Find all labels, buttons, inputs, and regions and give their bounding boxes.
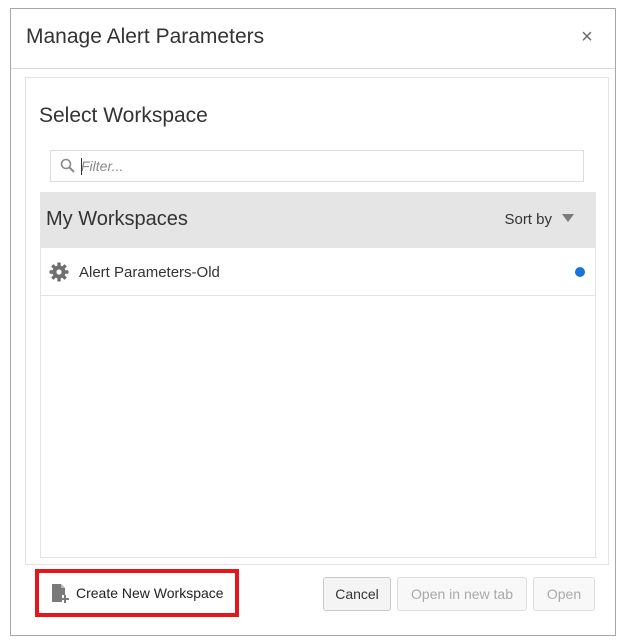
chevron-down-icon (562, 214, 574, 222)
sort-by-label: Sort by (504, 211, 552, 228)
open-button[interactable]: Open (533, 577, 595, 611)
status-dot (575, 267, 585, 277)
sort-by-menu[interactable]: Sort by (504, 211, 574, 228)
select-workspace-panel: Select Workspace My Workspaces Sort by (25, 77, 609, 565)
list-item-label: Alert Parameters-Old (79, 264, 220, 281)
search-icon (60, 158, 75, 173)
workspace-list-header: My Workspaces Sort by (40, 192, 596, 248)
gear-icon (49, 262, 69, 282)
close-button[interactable]: × (575, 25, 599, 49)
create-new-workspace-label: Create New Workspace (76, 585, 224, 601)
cancel-button[interactable]: Cancel (323, 577, 391, 611)
dialog-title: Manage Alert Parameters (26, 25, 265, 48)
text-caret (81, 158, 82, 175)
close-icon: × (581, 26, 593, 48)
workspace-list: Alert Parameters-Old (40, 248, 596, 558)
section-title: Select Workspace (39, 104, 208, 127)
list-item[interactable]: Alert Parameters-Old (41, 248, 595, 296)
filter-input[interactable] (81, 154, 571, 178)
list-header-title: My Workspaces (46, 208, 188, 230)
dialog-header: Manage Alert Parameters × (11, 9, 615, 69)
filter-box[interactable] (50, 150, 584, 182)
create-new-workspace-button[interactable]: Create New Workspace (35, 569, 239, 617)
manage-alert-parameters-dialog: Manage Alert Parameters × Select Workspa… (10, 8, 616, 636)
open-in-new-tab-button[interactable]: Open in new tab (397, 577, 527, 611)
new-document-icon (52, 584, 69, 603)
